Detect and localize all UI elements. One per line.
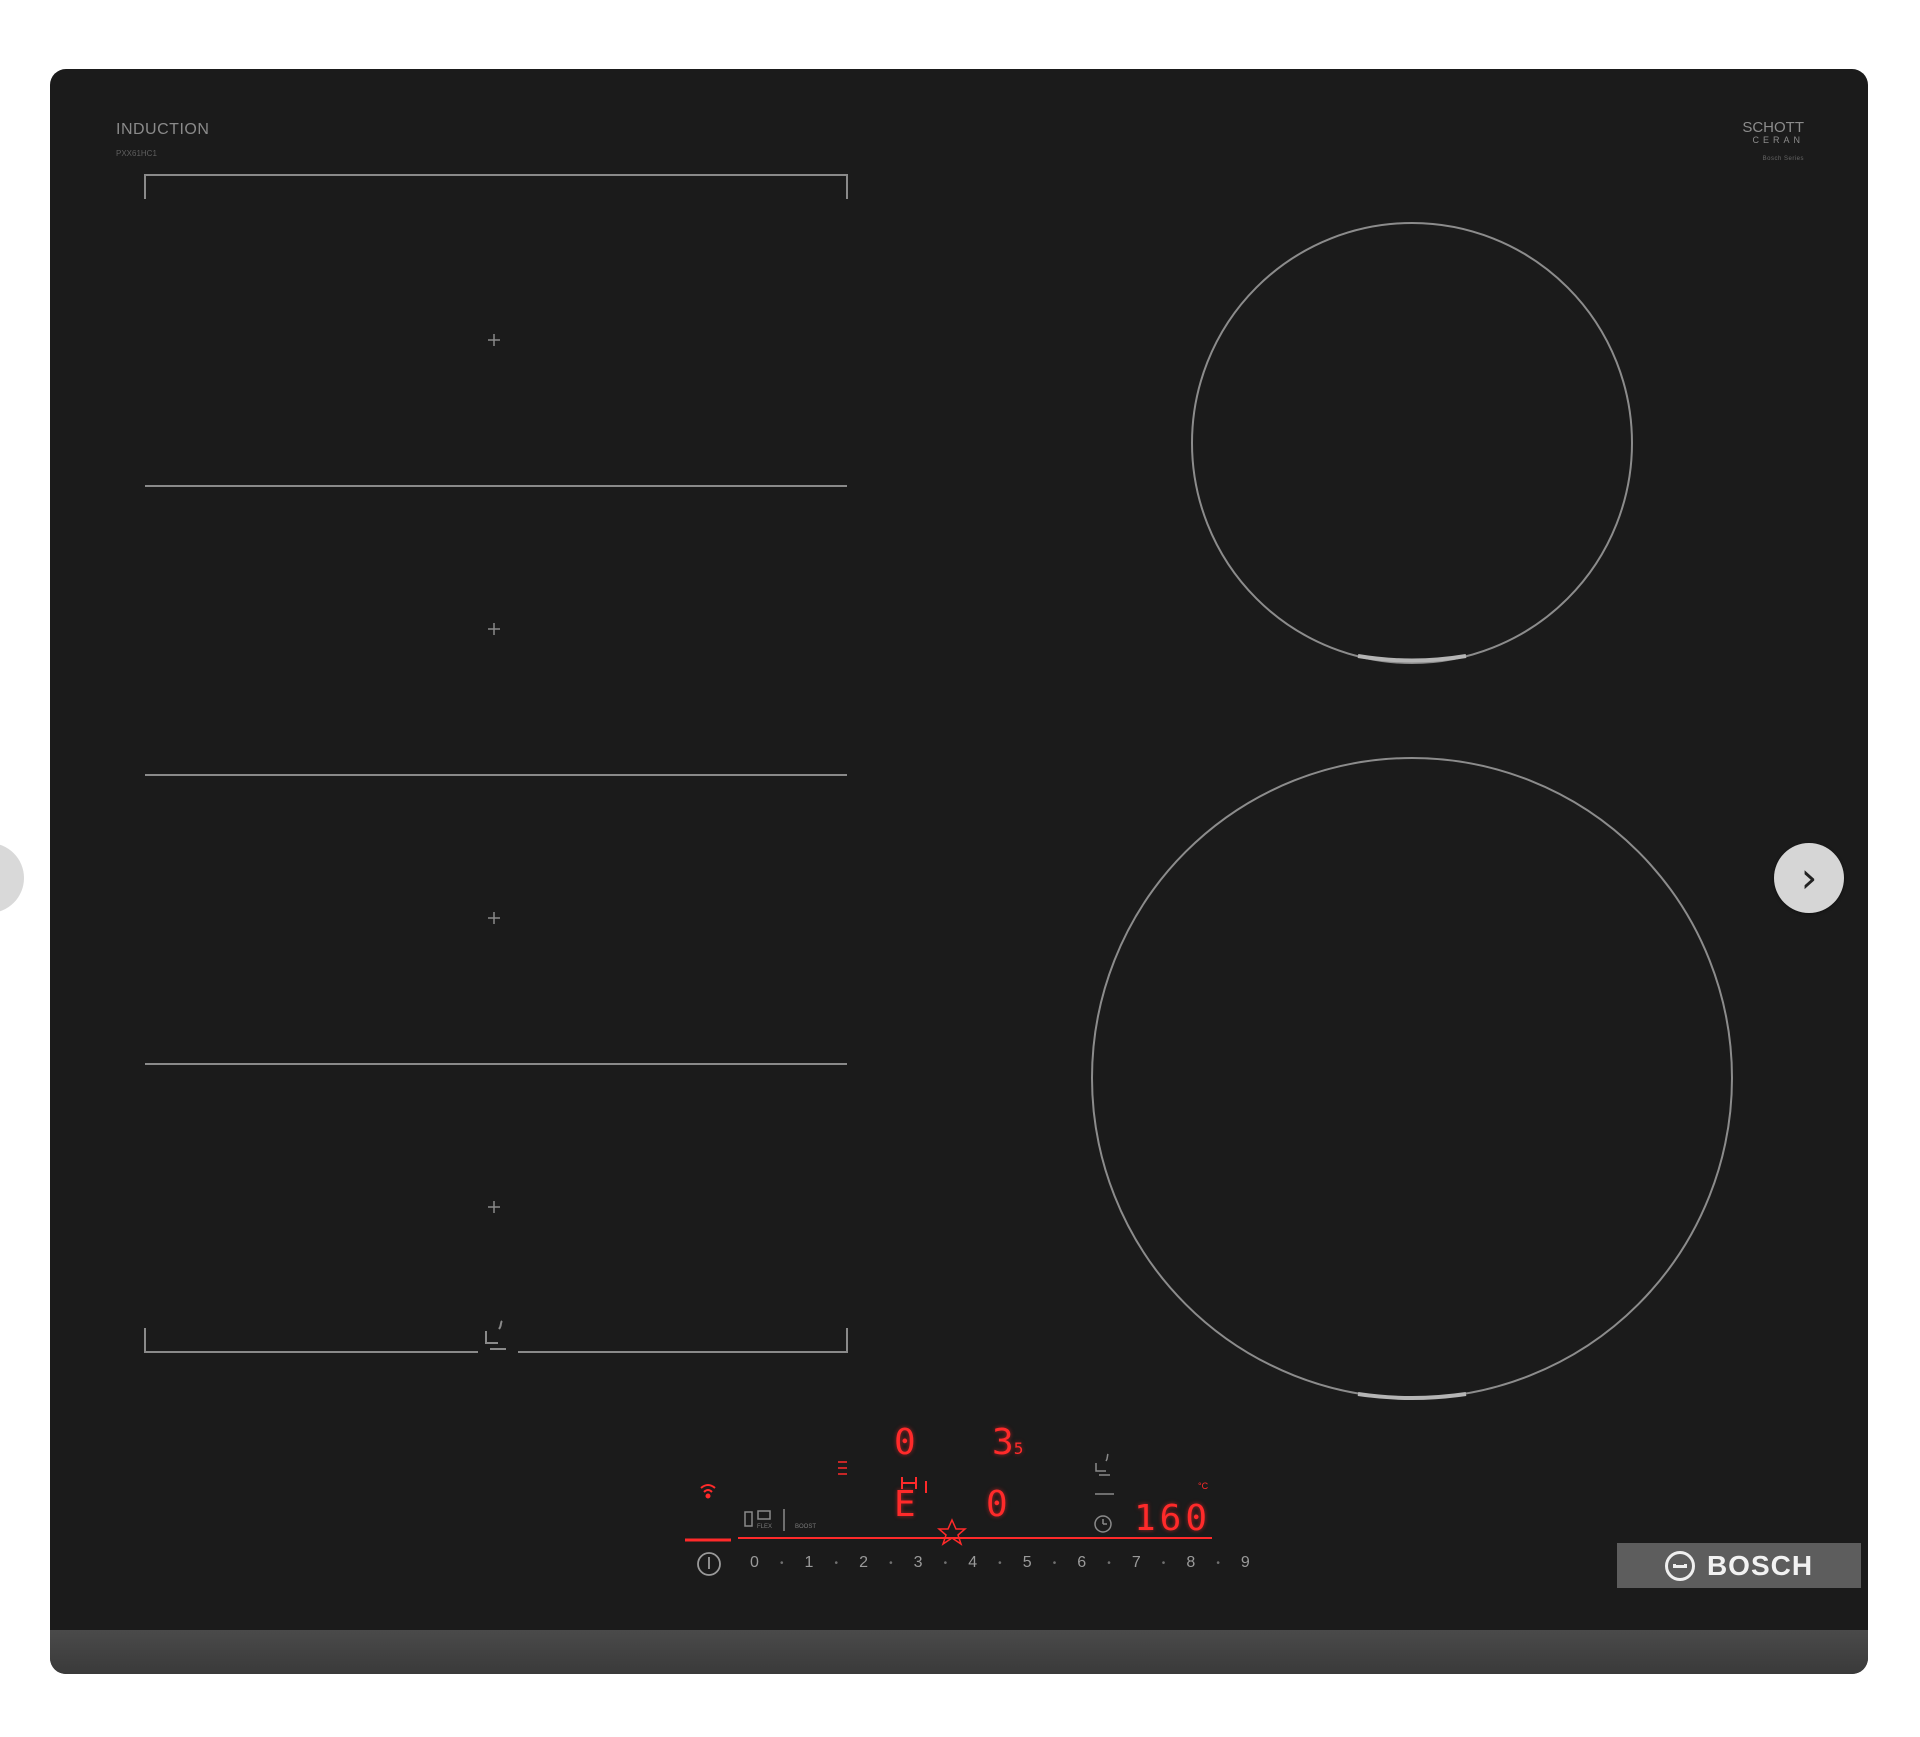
plus-marker-icon: [488, 334, 500, 346]
display-mid-right: 0: [986, 1484, 1008, 1525]
flex-zone-bottom-bracket-right: [518, 1328, 848, 1353]
slider-level-9[interactable]: 9: [1241, 1554, 1250, 1574]
slider-dot: •: [1107, 1558, 1111, 1569]
slider-level-5[interactable]: 5: [1023, 1554, 1032, 1574]
plus-marker-icon: [488, 623, 500, 635]
induction-label: INDUCTION: [116, 121, 210, 138]
cooking-zone-large-indicator: [1357, 1392, 1467, 1400]
slider-level-4[interactable]: 4: [968, 1554, 977, 1574]
power-button-icon[interactable]: [697, 1552, 721, 1576]
induction-cooktop: INDUCTION PXX61HC1 SCHOTT CERAN Bosch Se…: [50, 69, 1868, 1674]
next-image-button[interactable]: ›: [1774, 843, 1844, 913]
glass-brand-tiny: Bosch Series: [1762, 156, 1804, 162]
temperature-unit: °C: [1198, 1481, 1209, 1491]
cooking-zone-small: [1191, 222, 1633, 664]
model-number: PXX61HC1: [116, 149, 157, 158]
display-top-left: 0: [894, 1422, 916, 1463]
slider-dot: •: [943, 1558, 948, 1569]
slider-dot: •: [998, 1558, 1002, 1569]
slider-dot: •: [889, 1558, 893, 1569]
slider-level-7[interactable]: 7: [1132, 1554, 1141, 1574]
glass-brand-sub: CERAN: [1752, 135, 1804, 145]
wifi-icon: [700, 1484, 716, 1499]
glass-brand: SCHOTT: [1742, 119, 1804, 136]
flex-label: FLEX: [757, 1524, 773, 1530]
slider-level-2[interactable]: 2: [859, 1554, 868, 1574]
flex-zone-top-bracket: [144, 174, 848, 199]
flex-zone-bottom-bracket-left: [144, 1328, 478, 1353]
slider-dot: •: [1052, 1558, 1057, 1569]
slider-level-6[interactable]: 6: [1077, 1554, 1086, 1574]
cooking-zone-small-indicator: [1357, 654, 1467, 663]
slider-dot: •: [779, 1558, 784, 1569]
favourite-star-icon: [936, 1518, 968, 1546]
power-level-slider[interactable]: 0 • 1 • 2 • 3 • 4 • 5 • 6 • 7 • 8 • 9: [750, 1554, 1250, 1574]
display-top-right: 35: [992, 1425, 1023, 1467]
display-top-right-sub: 5: [1013, 1439, 1024, 1458]
display-top-right-value: 3: [992, 1422, 1014, 1463]
pan-sensor-icon: [485, 1320, 506, 1350]
slider-dot: •: [1216, 1558, 1220, 1569]
cooktop-artwork: [144, 174, 1733, 1576]
slider-level-3[interactable]: 3: [914, 1554, 923, 1574]
cooking-zone-large: [1091, 757, 1733, 1399]
boost-label: BOOST: [795, 1524, 817, 1530]
slider-level-8[interactable]: 8: [1186, 1554, 1195, 1574]
display-mid-left: E: [894, 1484, 916, 1525]
bosch-logo-icon: [1664, 1550, 1695, 1581]
previous-image-button[interactable]: [0, 843, 24, 913]
slider-dot: •: [834, 1558, 839, 1569]
plus-marker-icon: [488, 912, 500, 924]
bosch-wordmark: BOSCH: [1706, 1549, 1814, 1581]
schott-ceran-logo: SCHOTT CERAN Bosch Series: [1742, 119, 1804, 166]
plus-marker-icon: [488, 1201, 500, 1213]
slider-level-0[interactable]: 0: [750, 1554, 759, 1574]
bosch-badge: BOSCH: [1617, 1543, 1861, 1588]
timer-clock-icon: [1094, 1515, 1112, 1533]
pan-sensor-small-icon: [1095, 1453, 1114, 1495]
chevron-right-icon: ›: [1800, 853, 1818, 902]
temperature-readout: 160: [1134, 1498, 1212, 1539]
slider-level-1[interactable]: 1: [805, 1554, 814, 1574]
cooktop-bottom-edge: [50, 1630, 1868, 1674]
keep-warm-icon: [838, 1461, 847, 1475]
slider-dot: •: [1161, 1558, 1166, 1569]
